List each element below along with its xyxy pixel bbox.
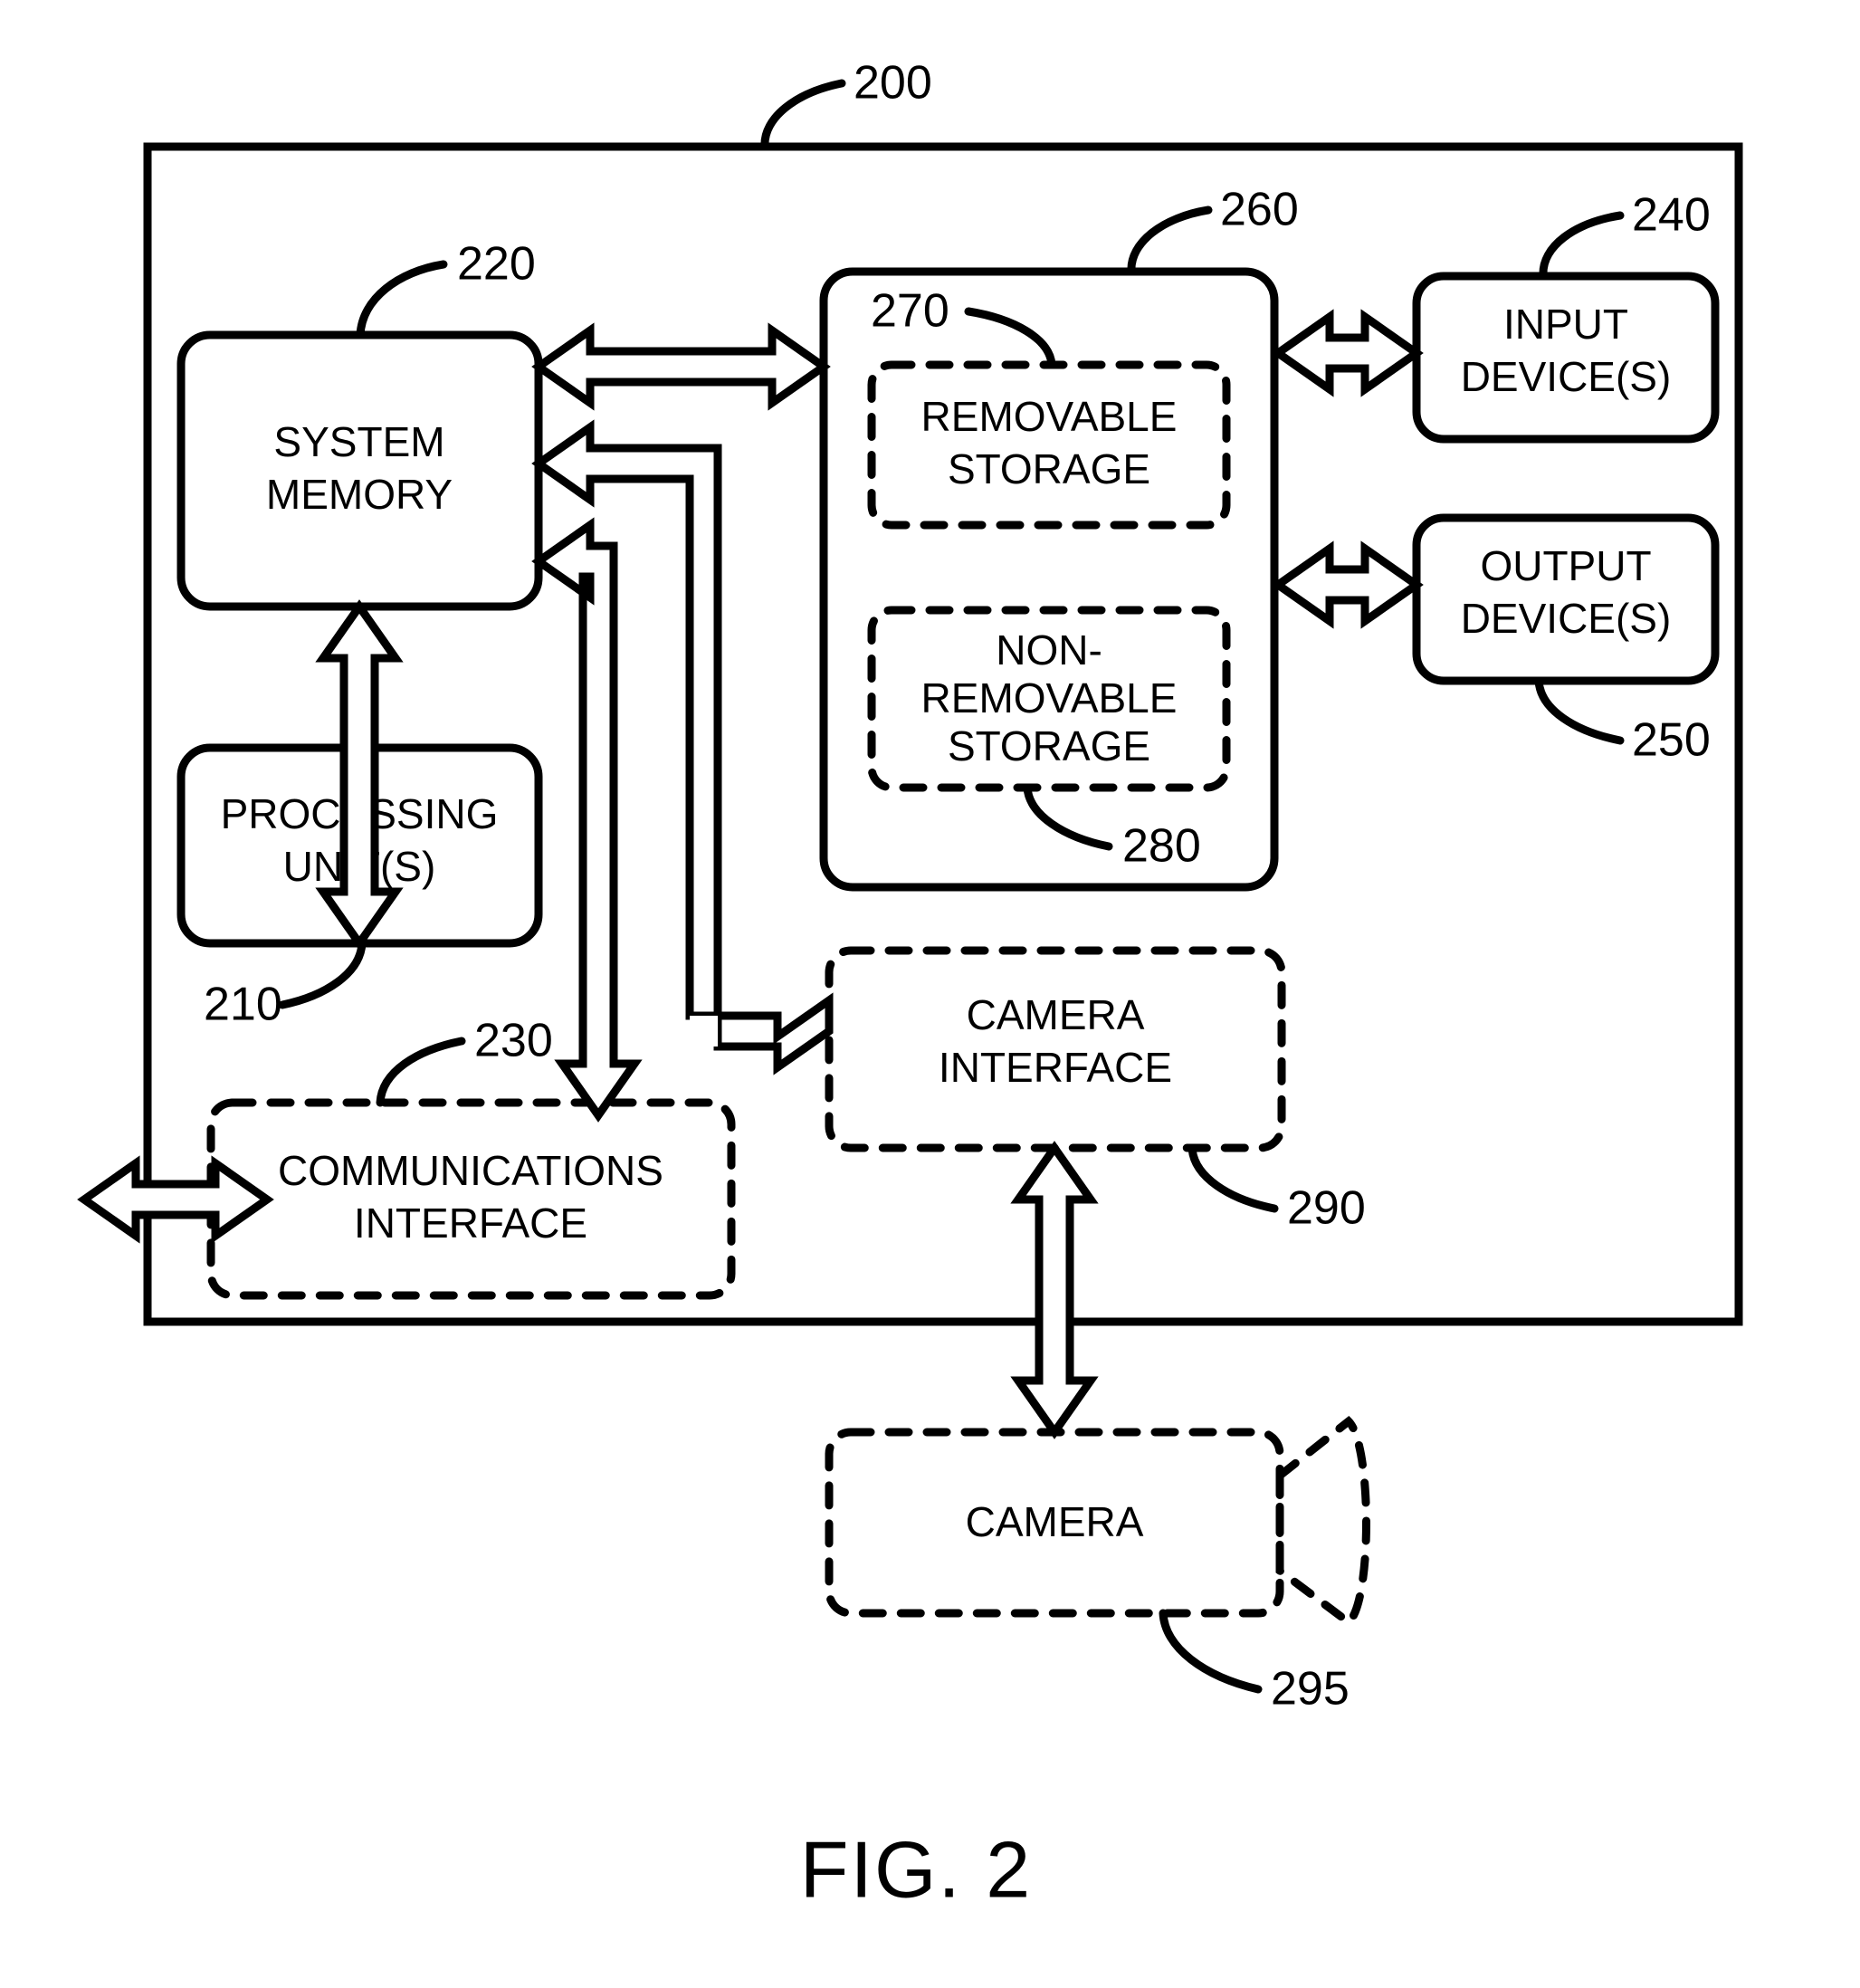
arrow-head-into-camera-interface bbox=[713, 992, 834, 1075]
arrow-external-communications bbox=[77, 1155, 274, 1244]
label-input-line1: INPUT bbox=[1503, 301, 1628, 348]
ref-number-240: 240 bbox=[1632, 189, 1711, 242]
ref-number-210: 210 bbox=[204, 979, 282, 1031]
leader-line-240 bbox=[1539, 211, 1625, 281]
label-output-line2: DEVICE(S) bbox=[1461, 595, 1672, 642]
leader-line-200 bbox=[760, 79, 846, 151]
arrow-memory-storage bbox=[531, 322, 831, 411]
label-system-memory-line1: SYSTEM bbox=[273, 418, 444, 465]
label-non-removable-line2: REMOVABLE bbox=[921, 674, 1178, 722]
label-communications-line2: INTERFACE bbox=[354, 1199, 587, 1247]
ref-number-290: 290 bbox=[1287, 1182, 1366, 1235]
arrow-camera-interface-camera bbox=[1010, 1141, 1099, 1439]
figure-caption: FIG. 2 bbox=[800, 1824, 1033, 1914]
label-input-line2: DEVICE(S) bbox=[1461, 353, 1672, 400]
ref-number-230: 230 bbox=[474, 1015, 553, 1067]
arrow-container-output bbox=[1271, 540, 1424, 629]
label-camera-interface-line1: CAMERA bbox=[967, 991, 1145, 1038]
ref-number-250: 250 bbox=[1632, 714, 1711, 767]
label-removable-line2: STORAGE bbox=[948, 445, 1150, 492]
ref-number-270: 270 bbox=[871, 285, 949, 338]
arrow-camera-interface-to-memory bbox=[531, 419, 722, 1020]
leader-line-250 bbox=[1534, 676, 1625, 745]
ref-number-280: 280 bbox=[1122, 820, 1201, 873]
ref-number-200: 200 bbox=[854, 57, 932, 110]
label-camera-line1: CAMERA bbox=[966, 1498, 1144, 1545]
leader-line-210 bbox=[278, 939, 367, 1009]
label-removable-line1: REMOVABLE bbox=[921, 393, 1178, 440]
ref-number-295: 295 bbox=[1271, 1663, 1350, 1716]
label-output-line1: OUTPUT bbox=[1480, 542, 1651, 589]
label-non-removable-line3: STORAGE bbox=[948, 722, 1150, 769]
label-camera-interface-line2: INTERFACE bbox=[939, 1044, 1172, 1091]
ref-number-220: 220 bbox=[457, 238, 536, 291]
label-system-memory-line2: MEMORY bbox=[266, 471, 453, 518]
patent-figure-2: 200 SYSTEM MEMORY 220 PROCESSING UNIT(S)… bbox=[0, 0, 1860, 1988]
shaft-joint-filler-a bbox=[690, 1016, 718, 1047]
label-communications-line1: COMMUNICATIONS bbox=[278, 1147, 663, 1194]
label-non-removable-line1: NON- bbox=[996, 626, 1102, 674]
leader-line-290 bbox=[1188, 1143, 1279, 1213]
leader-line-295 bbox=[1159, 1609, 1263, 1694]
block-diagram-canvas: 200 SYSTEM MEMORY 220 PROCESSING UNIT(S)… bbox=[77, 57, 1743, 1914]
leader-line-260 bbox=[1127, 205, 1213, 276]
leader-line-220 bbox=[356, 260, 448, 339]
arrow-container-input bbox=[1271, 309, 1424, 397]
leader-line-230 bbox=[376, 1037, 466, 1107]
arrow-memory-communications bbox=[531, 517, 643, 1123]
ref-number-260: 260 bbox=[1220, 184, 1299, 236]
camera-lens-icon bbox=[1275, 1415, 1370, 1628]
